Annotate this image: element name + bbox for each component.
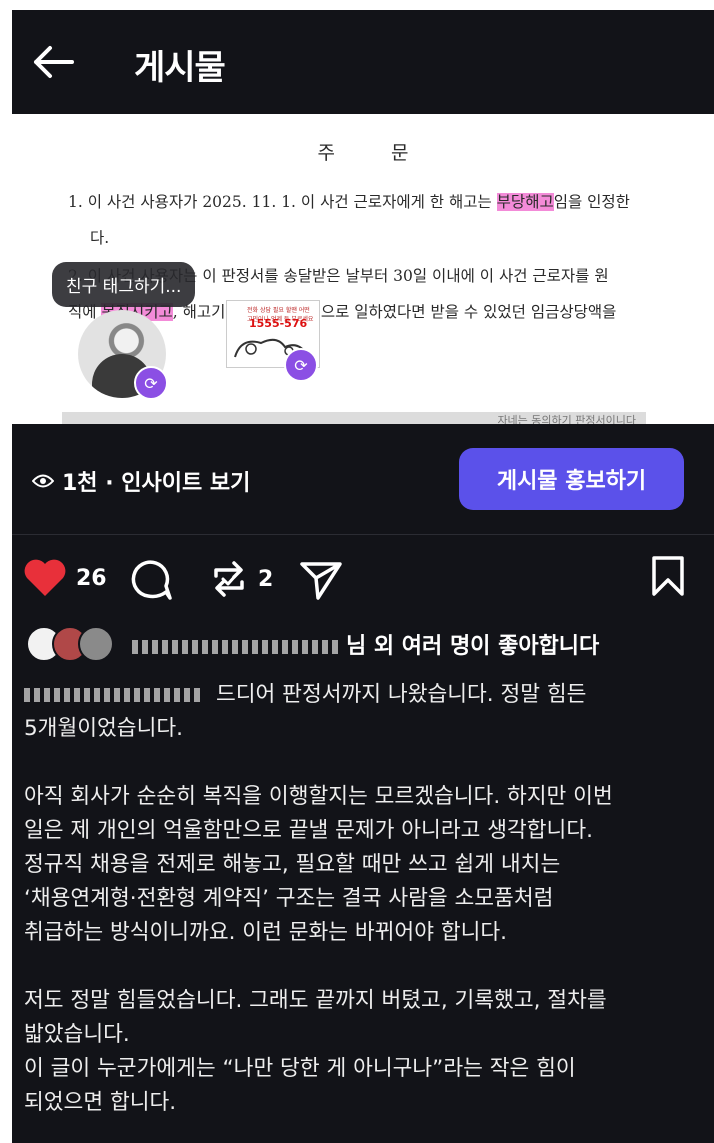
tag-friend-tooltip[interactable]: 친구 태그하기... [52, 262, 196, 307]
post-screen: 게시물 주 문 1. 이 사건 사용자가 2025. 11. 1. 이 사건 근… [12, 10, 714, 1143]
view-count: 1천 [62, 471, 98, 496]
document-footer-strip: 자네는 동의하기 판정서이니다 [62, 412, 646, 424]
avatar [78, 626, 114, 662]
redacted-username [24, 688, 204, 702]
post-caption: 드디어 판정서까지 나왔습니다. 정말 힘든 5개월이었습니다. 아직 회사가 … [24, 678, 704, 1143]
repost-badge-icon[interactable]: ⟳ [134, 366, 168, 400]
like-button[interactable]: 26 [22, 558, 107, 598]
insights-link[interactable]: 1천 · 인사이트 보기 [32, 465, 250, 497]
save-button[interactable] [650, 556, 686, 596]
bookmark-icon [652, 556, 684, 596]
caption-paragraph-1: 드디어 판정서까지 나왔습니다. 정말 힘든 5개월이었습니다. [24, 682, 587, 741]
caption-paragraph-3: 저도 정말 힘들었습니다. 그래도 끝까지 버텼고, 기록했고, 절차를 밟았습… [24, 988, 607, 1115]
document-line-2: 다. [90, 229, 110, 247]
repost-badge-icon[interactable]: ⟳ [284, 348, 318, 382]
repost-button[interactable]: 2 [208, 558, 273, 600]
repost-count: 2 [258, 566, 274, 592]
redacted-username [132, 640, 342, 654]
repost-icon [214, 561, 244, 597]
sticker-phone-number: 1555-576 [249, 317, 308, 330]
insights-label: · 인사이트 보기 [105, 471, 251, 496]
likes-summary[interactable]: 님 외 여러 명이 좋아합니다 [132, 628, 599, 660]
comment-button[interactable] [128, 558, 174, 602]
highlight-unfair-dismissal: 부당해고 [496, 193, 554, 211]
page-title: 게시물 [134, 48, 226, 88]
send-icon [300, 562, 342, 600]
back-button[interactable] [28, 40, 80, 84]
top-bar: 게시물 [12, 10, 714, 114]
post-image[interactable]: 주 문 1. 이 사건 사용자가 2025. 11. 1. 이 사건 근로자에게… [12, 114, 714, 424]
eye-icon [32, 474, 54, 488]
document-line-1: 1. 이 사건 사용자가 2025. 11. 1. 이 사건 근로자에게 한 해… [68, 193, 630, 211]
caption-paragraph-2: 아직 회사가 순순히 복직을 이행할지는 모르겠습니다. 하지만 이번 일은 제… [24, 784, 613, 945]
arrow-left-icon [34, 46, 74, 78]
comment-icon [131, 560, 172, 600]
like-count: 26 [76, 565, 107, 591]
heart-icon [24, 559, 66, 596]
document-heading: 주 문 [317, 142, 409, 164]
promote-post-button[interactable]: 게시물 홍보하기 [459, 448, 684, 510]
share-button[interactable] [298, 558, 344, 602]
divider [12, 534, 714, 535]
liker-avatars[interactable] [26, 626, 116, 662]
